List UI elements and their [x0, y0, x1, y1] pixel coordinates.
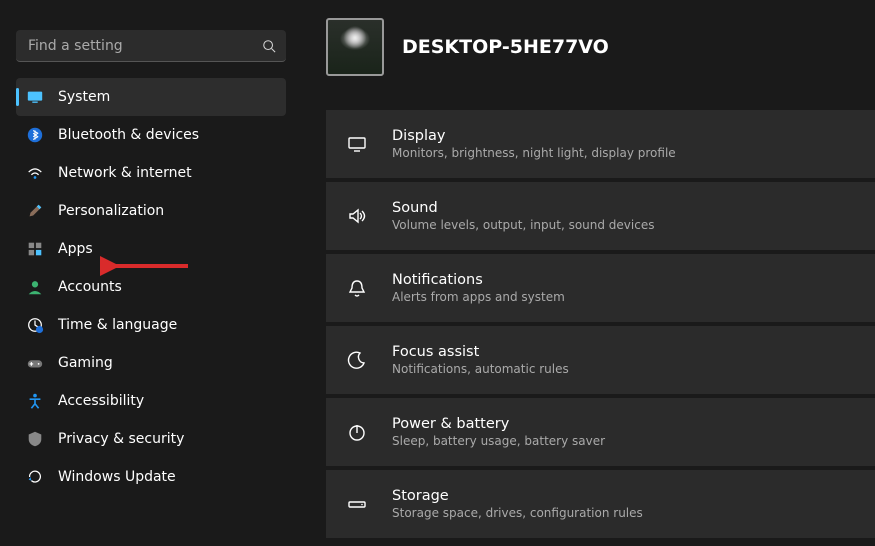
card-display[interactable]: Display Monitors, brightness, night light…	[326, 110, 875, 178]
sidebar-item-personalization[interactable]: Personalization	[16, 192, 286, 230]
card-desc: Volume levels, output, input, sound devi…	[392, 218, 654, 232]
sidebar: System Bluetooth & devices Network & inter…	[16, 30, 286, 496]
sidebar-item-apps[interactable]: Apps	[16, 230, 286, 268]
sidebar-item-label: Gaming	[58, 355, 113, 371]
card-title: Storage	[392, 488, 643, 504]
card-desc: Monitors, brightness, night light, displ…	[392, 146, 676, 160]
sidebar-item-system[interactable]: System	[16, 78, 286, 116]
avatar[interactable]	[326, 18, 384, 76]
card-desc: Alerts from apps and system	[392, 290, 565, 304]
person-icon	[26, 278, 44, 296]
sidebar-item-gaming[interactable]: Gaming	[16, 344, 286, 382]
system-icon	[26, 88, 44, 106]
sidebar-item-label: Apps	[58, 241, 93, 257]
card-title: Power & battery	[392, 416, 605, 432]
search-input[interactable]	[26, 37, 262, 55]
gamepad-icon	[26, 354, 44, 372]
sidebar-item-label: System	[58, 89, 110, 105]
wifi-icon	[26, 164, 44, 182]
update-icon	[26, 468, 44, 486]
card-title: Focus assist	[392, 344, 569, 360]
search-icon	[262, 39, 276, 53]
card-power-battery[interactable]: Power & battery Sleep, battery usage, bat…	[326, 398, 875, 466]
card-title: Display	[392, 128, 676, 144]
sidebar-item-network-internet[interactable]: Network & internet	[16, 154, 286, 192]
storage-icon	[346, 493, 368, 515]
sidebar-item-label: Network & internet	[58, 165, 192, 181]
bluetooth-icon	[26, 126, 44, 144]
card-title: Notifications	[392, 272, 565, 288]
shield-icon	[26, 430, 44, 448]
sidebar-item-accessibility[interactable]: Accessibility	[16, 382, 286, 420]
card-title: Sound	[392, 200, 654, 216]
sidebar-item-bluetooth-devices[interactable]: Bluetooth & devices	[16, 116, 286, 154]
card-desc: Notifications, automatic rules	[392, 362, 569, 376]
card-desc: Storage space, drives, configuration rul…	[392, 506, 643, 520]
pc-name: DESKTOP-5HE77VO	[402, 36, 609, 58]
accessibility-icon	[26, 392, 44, 410]
sidebar-item-time-language[interactable]: Time & language	[16, 306, 286, 344]
sound-icon	[346, 205, 368, 227]
card-storage[interactable]: Storage Storage space, drives, configurat…	[326, 470, 875, 538]
sidebar-item-label: Windows Update	[58, 469, 176, 485]
bell-icon	[346, 277, 368, 299]
apps-icon	[26, 240, 44, 258]
sidebar-item-label: Bluetooth & devices	[58, 127, 199, 143]
card-focus-assist[interactable]: Focus assist Notifications, automatic rul…	[326, 326, 875, 394]
sidebar-item-label: Accessibility	[58, 393, 144, 409]
card-notifications[interactable]: Notifications Alerts from apps and system	[326, 254, 875, 322]
card-desc: Sleep, battery usage, battery saver	[392, 434, 605, 448]
card-sound[interactable]: Sound Volume levels, output, input, sound…	[326, 182, 875, 250]
paintbrush-icon	[26, 202, 44, 220]
account-header: DESKTOP-5HE77VO	[326, 18, 609, 76]
search-box[interactable]	[16, 30, 286, 62]
sidebar-item-label: Privacy & security	[58, 431, 184, 447]
moon-icon	[346, 349, 368, 371]
power-icon	[346, 421, 368, 443]
clock-globe-icon	[26, 316, 44, 334]
sidebar-item-accounts[interactable]: Accounts	[16, 268, 286, 306]
settings-list: Display Monitors, brightness, night light…	[326, 110, 875, 538]
sidebar-item-label: Personalization	[58, 203, 164, 219]
sidebar-item-label: Accounts	[58, 279, 122, 295]
display-icon	[346, 133, 368, 155]
sidebar-item-label: Time & language	[58, 317, 177, 333]
sidebar-item-privacy-security[interactable]: Privacy & security	[16, 420, 286, 458]
sidebar-item-windows-update[interactable]: Windows Update	[16, 458, 286, 496]
